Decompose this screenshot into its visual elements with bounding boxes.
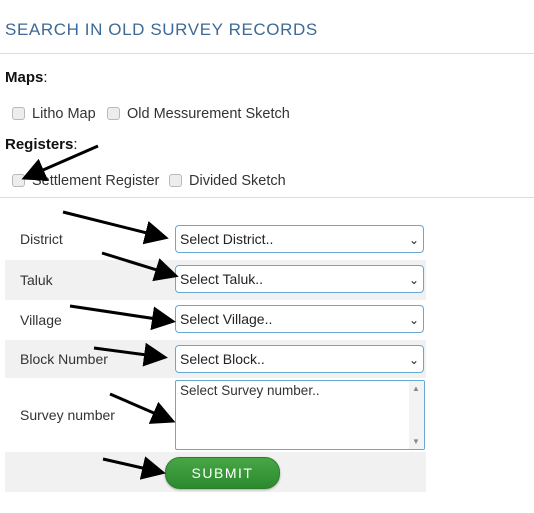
arrow-icon	[102, 456, 166, 480]
annotation-arrows	[21, 144, 179, 480]
arrow-icon	[101, 251, 179, 282]
arrow-icon	[62, 210, 169, 245]
arrow-icon	[21, 144, 99, 181]
arrow-icon	[69, 304, 176, 331]
arrow-icon	[109, 392, 176, 424]
arrow-icon	[93, 342, 168, 367]
